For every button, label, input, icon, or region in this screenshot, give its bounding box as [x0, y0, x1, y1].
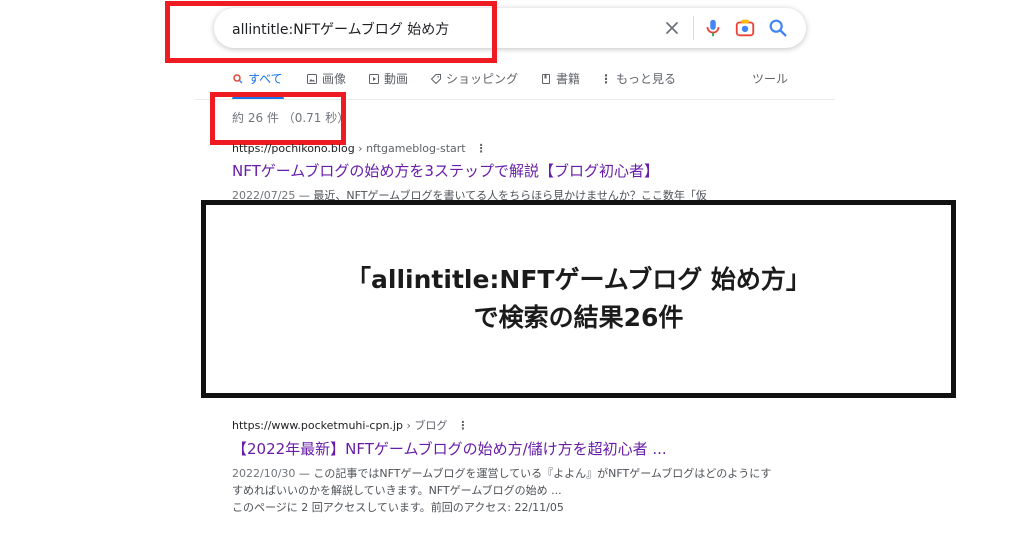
- tab-label: もっと見る: [616, 72, 677, 86]
- caption-box: 「allintitle:NFTゲームブログ 始め方」 で検索の結果26件: [201, 200, 956, 398]
- tab-label: 動画: [384, 72, 409, 86]
- camera-lens-icon[interactable]: [734, 17, 756, 39]
- result-url[interactable]: https://www.pocketmuhi-cpn.jp › ブログ ⋮: [232, 417, 772, 433]
- tab-images[interactable]: 画像: [306, 70, 346, 87]
- tab-books[interactable]: 書籍: [540, 70, 580, 87]
- tab-label: すべて: [248, 72, 283, 86]
- tab-label: ショッピング: [446, 72, 519, 86]
- visit-history: このページに 2 回アクセスしています。前回のアクセス: 22/11/05: [232, 501, 564, 514]
- result-site: https://pochikono.blog: [232, 142, 355, 155]
- close-icon[interactable]: [662, 18, 682, 38]
- stats-highlight-box: [210, 92, 346, 145]
- search-result: https://www.pocketmuhi-cpn.jp › ブログ ⋮ 【20…: [232, 417, 772, 516]
- search-icon: [233, 73, 243, 84]
- search-icon[interactable]: [767, 17, 789, 39]
- result-title-link[interactable]: 【2022年最新】NFTゲームブログの始め方/儲け方を超初心者 ...: [232, 438, 772, 459]
- result-url[interactable]: https://pochikono.blog › nftgameblog-sta…: [232, 142, 772, 155]
- tab-label: ツール: [752, 72, 789, 86]
- result-path: › ブログ: [402, 419, 448, 432]
- result-site: https://www.pocketmuhi-cpn.jp: [232, 419, 403, 432]
- search-result: https://pochikono.blog › nftgameblog-sta…: [232, 142, 772, 204]
- microphone-icon[interactable]: [702, 17, 724, 39]
- result-title-link[interactable]: NFTゲームブログの始め方を3ステップで解説【ブログ初心者】: [232, 160, 772, 181]
- caption-line-1: 「allintitle:NFTゲームブログ 始め方」: [346, 265, 811, 294]
- book-icon: [542, 73, 550, 84]
- tag-icon: [430, 73, 441, 84]
- tab-more[interactable]: ⋮ もっと見る: [600, 70, 676, 87]
- tab-videos[interactable]: 動画: [368, 70, 408, 87]
- caption-line-2: で検索の結果26件: [473, 303, 684, 332]
- tab-shopping[interactable]: ショッピング: [430, 70, 518, 87]
- more-options-icon[interactable]: ⋮: [476, 142, 487, 155]
- result-snippet: 2022/10/30 — この記事ではNFTゲームブログを運営している『よよん』…: [232, 465, 772, 516]
- tab-all[interactable]: すべて: [232, 70, 283, 87]
- tab-label: 書籍: [556, 72, 581, 86]
- query-highlight-box: [165, 1, 497, 63]
- image-icon: [307, 73, 317, 84]
- result-date: 2022/10/30: [232, 467, 296, 480]
- more-options-icon[interactable]: ⋮: [457, 419, 468, 432]
- result-path: › nftgameblog-start: [354, 142, 466, 155]
- snippet-text: — この記事ではNFTゲームブログを運営している『よよん』がNFTゲームブログは…: [232, 467, 772, 497]
- tab-label: 画像: [322, 72, 347, 86]
- divider: [693, 16, 694, 40]
- tab-tools[interactable]: ツール: [752, 70, 788, 87]
- more-vert-icon: ⋮: [600, 71, 612, 86]
- video-icon: [369, 73, 379, 84]
